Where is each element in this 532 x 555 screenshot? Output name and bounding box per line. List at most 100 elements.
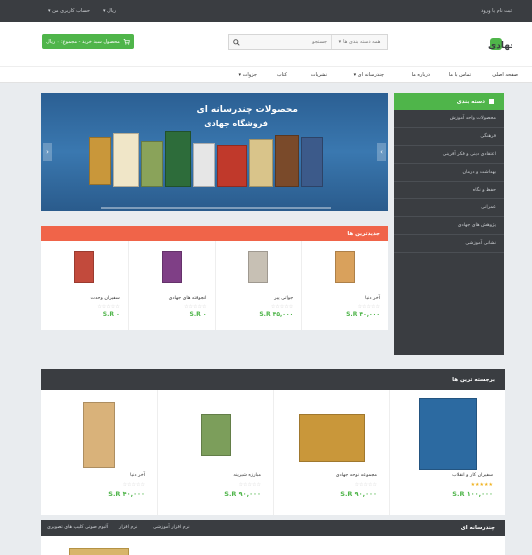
banner-product-image bbox=[165, 131, 191, 187]
product-name[interactable]: سفیران وحدت bbox=[91, 296, 120, 301]
slider-next-button[interactable]: › bbox=[377, 143, 386, 161]
banner-product-image bbox=[249, 139, 273, 187]
account-menu[interactable]: حساب کاربری من ▾ bbox=[48, 8, 90, 14]
multimedia-title: چندرسانه ای bbox=[460, 525, 495, 531]
sidebar-item-construction[interactable]: عمرانی bbox=[394, 199, 504, 218]
product-image[interactable] bbox=[335, 251, 356, 283]
nav-item-multimedia[interactable]: چندرسانه ای ▾ bbox=[354, 72, 384, 78]
main-nav: صفحه اصلی تماس با ما درباره ما چندرسانه … bbox=[0, 66, 532, 83]
product-rating: ☆☆☆☆☆ bbox=[357, 304, 380, 310]
banner-subtitle: فروشگاه جهادی bbox=[204, 119, 268, 128]
product-name[interactable]: آخر دنیا bbox=[365, 296, 380, 301]
nav-item-contact[interactable]: تماس با ما bbox=[449, 72, 471, 78]
chevron-down-icon: ▾ bbox=[338, 39, 342, 45]
new-products-section: جدیدترین ها آخر دنیا ☆☆☆☆☆ S.R ۴۰,۰۰۰ جو… bbox=[41, 226, 388, 330]
sidebar-header: دسته بندی bbox=[394, 93, 504, 110]
cart-icon bbox=[123, 39, 130, 45]
product-card[interactable]: مبارزه شیرینه ☆☆☆☆☆ S.R ۹۰,۰۰۰ bbox=[157, 390, 273, 515]
product-price: S.R ۹۰,۰۰۰ bbox=[340, 490, 377, 498]
search-box: همه دسته بندی ها ▾ bbox=[228, 34, 388, 50]
slider-pager[interactable] bbox=[101, 207, 331, 209]
product-name[interactable]: مجموعه نوحه جهادی bbox=[336, 473, 377, 478]
tab-audio-album[interactable]: آلبوم صوتی bbox=[85, 525, 108, 530]
nav-item-publications[interactable]: نشریات bbox=[311, 72, 327, 78]
cart-button[interactable]: محصول سبد خرید - مجموع: ۰ ریال bbox=[42, 34, 134, 49]
featured-products-section: برجسته ترین ها سفیران کار و انقلاب ★★★★★… bbox=[41, 369, 505, 515]
featured-products-header: برجسته ترین ها bbox=[41, 369, 505, 390]
product-card[interactable]: آخر دنیا ☆☆☆☆☆ S.R ۴۰,۰۰۰ bbox=[41, 390, 157, 515]
page: ثبت نام یا ورود ریال ▾ حساب کاربری من ▾ … bbox=[0, 0, 532, 555]
product-card[interactable]: جواتی پیر ☆☆☆☆☆ S.R ۴۵,۰۰۰ bbox=[214, 241, 302, 330]
tab-educational-software[interactable]: نرم افزار آموزشی bbox=[153, 525, 190, 530]
sidebar-item-education[interactable]: محصولات واحد آموزش bbox=[394, 110, 504, 128]
product-card[interactable]: مجموعه نوحه جهادی ☆☆☆☆☆ S.R ۹۰,۰۰۰ bbox=[273, 390, 389, 515]
login-register-link[interactable]: ثبت نام یا ورود bbox=[481, 8, 512, 14]
product-card[interactable]: سفیران کار و انقلاب ★★★★★ S.R ۱۰۰,۰۰۰ bbox=[389, 390, 505, 515]
product-price: S.R ۱۰۰,۰۰۰ bbox=[452, 490, 493, 498]
banner-product-image bbox=[89, 137, 111, 185]
multimedia-products-row bbox=[41, 536, 505, 555]
tab-video-clips[interactable]: کلیپ های تصویری bbox=[47, 525, 84, 530]
product-price: S.R ۴۰,۰۰۰ bbox=[346, 311, 380, 318]
nav-item-home[interactable]: صفحه اصلی bbox=[492, 72, 518, 78]
product-image[interactable] bbox=[248, 251, 269, 283]
tab-software[interactable]: نرم افزار bbox=[119, 525, 137, 530]
banner-product-image bbox=[193, 143, 215, 187]
sidebar-item-health[interactable]: بهداشت و درمان bbox=[394, 164, 504, 182]
hero-slider[interactable]: محصولات چندرسانه ای فروشگاه جهادی ‹ › bbox=[41, 93, 388, 211]
product-price: S.R ۹۰,۰۰۰ bbox=[224, 490, 261, 498]
product-name[interactable]: سفیران کار و انقلاب bbox=[452, 473, 493, 478]
sidebar-title: دسته بندی bbox=[456, 98, 485, 105]
product-rating: ☆☆☆☆☆ bbox=[122, 482, 145, 488]
product-image[interactable] bbox=[74, 251, 95, 283]
banner-product-image bbox=[113, 133, 139, 187]
product-name[interactable]: آخر دنیا bbox=[130, 473, 145, 478]
product-image[interactable] bbox=[418, 398, 477, 470]
banner-product-image bbox=[275, 135, 299, 187]
nav-item-booklets[interactable]: جزوات ▾ bbox=[239, 72, 257, 78]
svg-text:فروشگاه جهادی: فروشگاه جهادی bbox=[488, 39, 512, 51]
product-name[interactable]: جواتی پیر bbox=[274, 296, 293, 301]
product-rating: ☆☆☆☆☆ bbox=[184, 304, 207, 310]
product-rating: ☆☆☆☆☆ bbox=[238, 482, 261, 488]
search-input[interactable] bbox=[243, 35, 331, 49]
category-sidebar: دسته بندی محصولات واحد آموزش فرهنگی اعتق… bbox=[394, 93, 504, 355]
product-price: S.R ۰ bbox=[189, 311, 207, 318]
currency-select[interactable]: ریال ▾ bbox=[103, 8, 116, 14]
product-image[interactable] bbox=[69, 548, 129, 555]
product-rating: ☆☆☆☆☆ bbox=[97, 304, 120, 310]
banner-product-image bbox=[301, 137, 323, 187]
product-image[interactable] bbox=[161, 251, 182, 283]
slider-prev-button[interactable]: ‹ bbox=[43, 143, 52, 161]
list-icon bbox=[489, 99, 494, 104]
sidebar-item-address[interactable]: نشانی آموزشی bbox=[394, 235, 504, 254]
product-rating: ☆☆☆☆☆ bbox=[270, 304, 294, 310]
product-image[interactable] bbox=[298, 414, 365, 462]
new-products-header: جدیدترین ها bbox=[41, 226, 388, 241]
product-card[interactable]: آخر دنیا ☆☆☆☆☆ S.R ۴۰,۰۰۰ bbox=[301, 241, 388, 330]
sidebar-item-belief[interactable]: اعتقادی دینی و فکر آفرینی bbox=[394, 146, 504, 164]
banner-product-image bbox=[141, 141, 163, 187]
sidebar-item-cultural[interactable]: فرهنگی bbox=[394, 128, 504, 146]
sidebar-item-research[interactable]: پژوهش های جهادی bbox=[394, 217, 504, 236]
search-button[interactable] bbox=[229, 35, 243, 49]
site-logo[interactable]: فروشگاه جهادی bbox=[432, 34, 512, 54]
product-rating: ★★★★★ bbox=[470, 482, 493, 488]
product-image[interactable] bbox=[83, 402, 115, 468]
search-category-select[interactable]: همه دسته بندی ها ▾ bbox=[331, 35, 387, 49]
header: فروشگاه جهادی همه دسته بندی ها ▾ محصول س… bbox=[0, 22, 532, 66]
product-image[interactable] bbox=[200, 414, 231, 456]
new-products-row: آخر دنیا ☆☆☆☆☆ S.R ۴۰,۰۰۰ جواتی پیر ☆☆☆☆… bbox=[41, 241, 388, 330]
top-bar: ثبت نام یا ورود ریال ▾ حساب کاربری من ▾ bbox=[0, 0, 532, 22]
banner-title: محصولات چندرسانه ای bbox=[196, 105, 298, 115]
product-rating: ☆☆☆☆☆ bbox=[354, 482, 377, 488]
product-card[interactable]: سفیران وحدت ☆☆☆☆☆ S.R ۰ bbox=[41, 241, 128, 330]
nav-item-about[interactable]: درباره ما bbox=[412, 72, 430, 78]
product-price: S.R ۰ bbox=[102, 311, 120, 318]
product-card[interactable]: انجوفته های جهادی ☆☆☆☆☆ S.R ۰ bbox=[127, 241, 215, 330]
nav-item-books[interactable]: کتاب bbox=[277, 72, 287, 78]
sidebar-item-preservation[interactable]: حفظ و نگاه bbox=[394, 182, 504, 200]
product-name[interactable]: مبارزه شیرینه bbox=[233, 473, 261, 478]
banner-product-image bbox=[217, 145, 247, 187]
product-name[interactable]: انجوفته های جهادی bbox=[169, 296, 207, 301]
